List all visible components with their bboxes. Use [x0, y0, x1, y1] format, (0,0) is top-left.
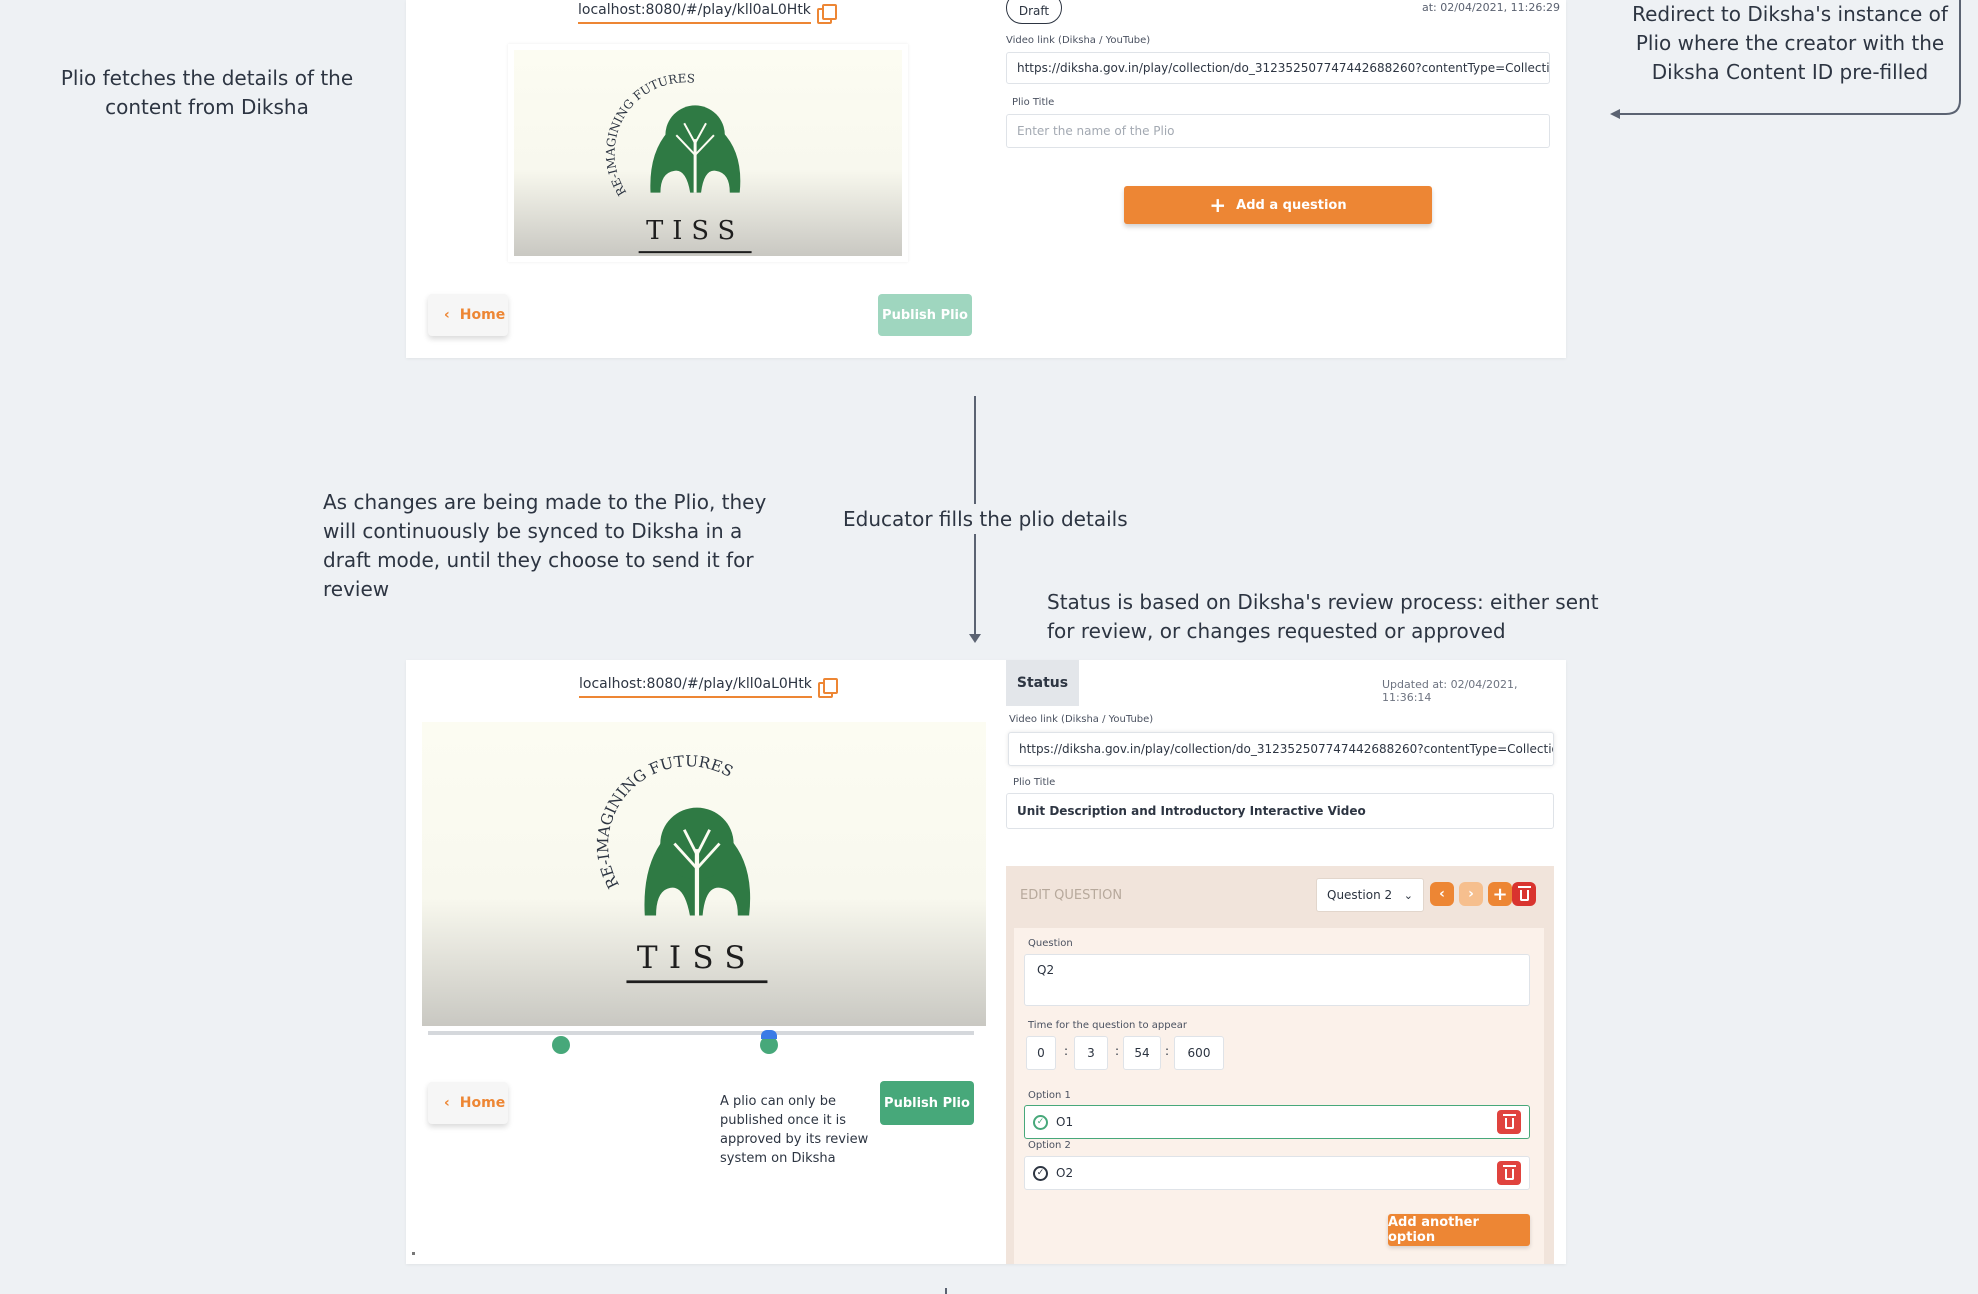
- video-link-label: Video link (Diksha / YouTube): [1006, 35, 1151, 46]
- time-hours-input[interactable]: 0: [1026, 1036, 1056, 1070]
- flow-line-upper: [974, 396, 976, 504]
- trash-icon: [1517, 886, 1531, 901]
- add-question-button[interactable]: + Add a question: [1124, 186, 1432, 224]
- add-question-icon-button[interactable]: +: [1488, 882, 1512, 906]
- video-link-label-2: Video link (Diksha / YouTube): [1009, 714, 1154, 725]
- top-editor-card: localhost:8080/#/play/kll0aL0Htk RE-IMAG…: [406, 0, 1566, 358]
- playhead-marker[interactable]: [761, 1030, 777, 1039]
- flow-line-lower: [974, 534, 976, 636]
- video-link-value-2: https://diksha.gov.in/play/collection/do…: [1019, 742, 1554, 756]
- time-hours: 0: [1037, 1046, 1045, 1060]
- chevron-left-icon: ‹: [444, 307, 450, 323]
- time-label: Time for the question to appear: [1028, 1020, 1187, 1031]
- bottom-editor-card: localhost:8080/#/play/kll0aL0Htk RE-IMAG…: [406, 660, 1566, 1264]
- tiss-logo-large: RE-IMAGINING FUTURES TISS: [594, 752, 768, 984]
- edit-question-panel: EDIT QUESTION Question 2 ⌄ ‹ › + Questio…: [1006, 866, 1554, 1264]
- check-icon[interactable]: ✓: [1033, 1165, 1048, 1181]
- correct-check-icon[interactable]: ✓: [1033, 1114, 1048, 1130]
- add-option-label: Add another option: [1388, 1215, 1479, 1245]
- delete-option-2-button[interactable]: [1497, 1161, 1521, 1185]
- updated-time: at: 02/04/2021, 11:26:29: [1422, 1, 1561, 14]
- option-1-label: Option 1: [1028, 1090, 1071, 1101]
- video-player[interactable]: RE-IMAGINING FUTURES TISS: [422, 722, 986, 1026]
- plus-icon: +: [1209, 193, 1227, 217]
- video-link-input-2[interactable]: https://diksha.gov.in/play/collection/do…: [1008, 732, 1554, 766]
- question-form: Question Q2 Time for the question to app…: [1014, 928, 1544, 1264]
- publish-plio-button-disabled[interactable]: Publish Plio: [878, 294, 972, 336]
- home-button-2[interactable]: ‹ Home: [428, 1082, 508, 1124]
- delete-option-1-button[interactable]: [1497, 1110, 1521, 1134]
- time-minutes-input[interactable]: 3: [1074, 1036, 1108, 1070]
- top-url-row: localhost:8080/#/play/kll0aL0Htk: [578, 2, 837, 24]
- publish-button-label: Publish Plio: [882, 307, 968, 323]
- plio-url-link-2[interactable]: localhost:8080/#/play/kll0aL0Htk: [579, 676, 812, 698]
- note-publish: A plio can only be published once it is …: [720, 1094, 869, 1166]
- time-minutes: 3: [1087, 1046, 1095, 1060]
- flow-line-bottom: [945, 1288, 947, 1294]
- time-millis: 600: [1187, 1046, 1211, 1060]
- chevron-down-icon: ⌄: [1403, 888, 1413, 902]
- question-select-value: Question 2: [1327, 888, 1393, 902]
- note-sync: As changes are being made to the Plio, t…: [323, 490, 767, 601]
- question-label: Question: [1028, 938, 1073, 949]
- add-question-label: Add a question: [1236, 197, 1347, 213]
- add-option-button[interactable]: Add another option: [1388, 1214, 1530, 1246]
- question-value: Q2: [1037, 963, 1055, 977]
- home-button-label: Home: [459, 307, 506, 323]
- plio-title-value: Unit Description and Introductory Intera…: [1017, 804, 1366, 818]
- bottom-url-row: localhost:8080/#/play/kll0aL0Htk: [579, 676, 838, 698]
- status-tab[interactable]: Status: [1006, 660, 1079, 706]
- video-thumbnail[interactable]: RE-IMAGINING FUTURES TISS: [508, 44, 908, 262]
- home-button-label-2: Home: [459, 1095, 506, 1111]
- updated-time-2: Updated at: 02/04/2021, 11:36:14: [1382, 678, 1518, 704]
- option-2-value: O2: [1056, 1166, 1074, 1180]
- time-millis-input[interactable]: 600: [1174, 1036, 1224, 1070]
- corner-dot: [412, 1252, 415, 1255]
- plio-title-label: Plio Title: [1012, 97, 1055, 108]
- copy-icon[interactable]: [816, 4, 837, 24]
- copy-icon-2[interactable]: [817, 678, 838, 698]
- time-seconds: 54: [1134, 1046, 1150, 1060]
- plio-title-input[interactable]: Enter the name of the Plio: [1006, 114, 1550, 148]
- note-fetch: Plio fetches the details of the content …: [60, 66, 354, 119]
- plio-title-input-2[interactable]: Unit Description and Introductory Intera…: [1006, 793, 1554, 829]
- logo-name-text-2: TISS: [637, 940, 757, 976]
- question-textarea[interactable]: Q2: [1024, 954, 1530, 1006]
- prev-question-button[interactable]: ‹: [1430, 882, 1454, 906]
- plio-title-label-2: Plio Title: [1013, 777, 1056, 788]
- note-educator: Educator fills the plio details: [843, 507, 1128, 531]
- draft-badge-label: Draft: [1018, 4, 1050, 18]
- chevron-left-icon-2: ‹: [444, 1095, 450, 1111]
- video-link-input[interactable]: https://diksha.gov.in/play/collection/do…: [1006, 52, 1550, 84]
- logo-name-text: TISS: [646, 216, 744, 246]
- publish-button-label-2: Publish Plio: [884, 1095, 970, 1111]
- draft-badge: Draft: [1006, 0, 1062, 24]
- option-2-label: Option 2: [1028, 1140, 1071, 1151]
- publish-plio-button[interactable]: Publish Plio: [880, 1081, 974, 1125]
- redirect-arrow: [1610, 0, 1961, 119]
- option-1-input[interactable]: ✓ O1: [1024, 1105, 1530, 1139]
- video-progress-track[interactable]: [428, 1031, 974, 1035]
- trash-icon: [1502, 1165, 1516, 1180]
- status-tab-label: Status: [1016, 675, 1069, 691]
- option-1-value: O1: [1056, 1115, 1074, 1129]
- note-status: Status is based on Diksha's review proce…: [1047, 590, 1599, 643]
- trash-icon: [1502, 1114, 1516, 1129]
- video-link-value: https://diksha.gov.in/play/collection/do…: [1017, 61, 1550, 75]
- time-separator: :: [1064, 1044, 1069, 1058]
- edit-question-heading: EDIT QUESTION: [1020, 888, 1123, 903]
- plio-url-link[interactable]: localhost:8080/#/play/kll0aL0Htk: [578, 2, 811, 24]
- tiss-logo: RE-IMAGINING FUTURES TISS: [603, 71, 752, 254]
- time-separator: :: [1115, 1044, 1120, 1058]
- plio-title-placeholder: Enter the name of the Plio: [1017, 124, 1175, 138]
- delete-question-button[interactable]: [1512, 882, 1536, 906]
- time-separator: :: [1165, 1044, 1170, 1058]
- time-seconds-input[interactable]: 54: [1123, 1036, 1161, 1070]
- flow-arrow-head: [969, 634, 981, 643]
- question-select[interactable]: Question 2 ⌄: [1316, 878, 1424, 912]
- home-button[interactable]: ‹ Home: [428, 294, 508, 336]
- option-2-input[interactable]: ✓ O2: [1024, 1156, 1530, 1190]
- next-question-button[interactable]: ›: [1459, 882, 1483, 906]
- question-marker-1[interactable]: [552, 1036, 570, 1054]
